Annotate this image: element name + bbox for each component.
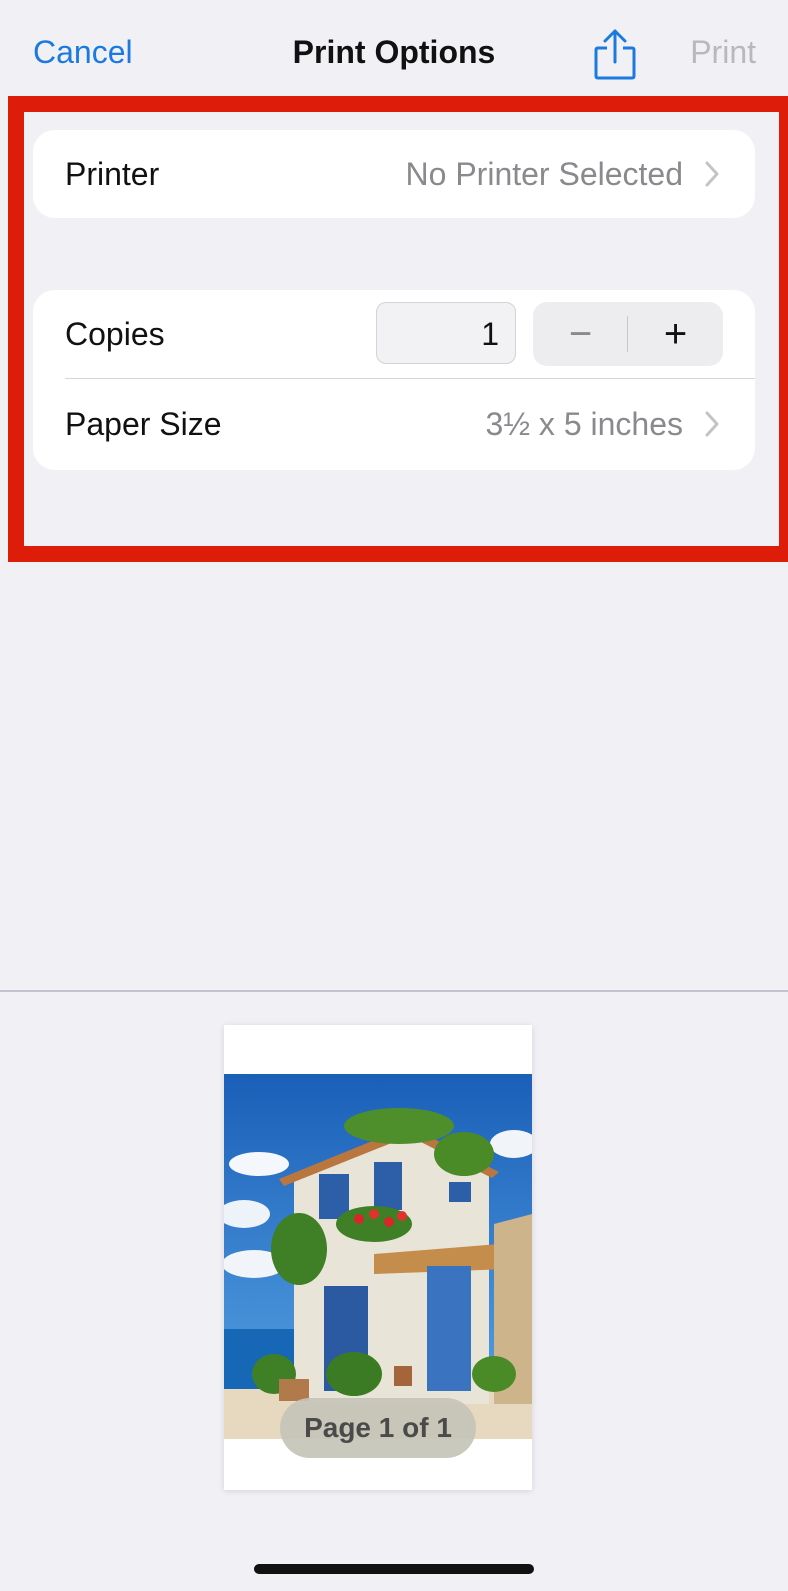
chevron-right-icon bbox=[705, 161, 719, 187]
printer-value: No Printer Selected bbox=[405, 156, 683, 192]
print-button[interactable]: Print bbox=[690, 34, 756, 71]
copies-input[interactable]: 1 bbox=[376, 302, 516, 364]
copies-stepper: − + bbox=[533, 302, 723, 366]
page-count-badge: Page 1 of 1 bbox=[280, 1398, 476, 1458]
paper-size-row[interactable]: Paper Size 3½ x 5 inches bbox=[33, 380, 755, 468]
printer-row[interactable]: Printer No Printer Selected bbox=[33, 130, 755, 218]
decrement-button[interactable]: − bbox=[533, 302, 628, 366]
navigation-bar: Cancel Print Options Print bbox=[0, 0, 788, 100]
preview-divider bbox=[0, 990, 788, 992]
home-indicator[interactable] bbox=[254, 1564, 534, 1574]
options-card: Copies 1 − + Paper Size 3½ x 5 inches bbox=[33, 290, 755, 470]
preview-image bbox=[224, 1074, 532, 1439]
paper-size-label: Paper Size bbox=[65, 406, 222, 442]
increment-button[interactable]: + bbox=[628, 302, 723, 366]
cancel-button[interactable]: Cancel bbox=[33, 34, 133, 71]
printer-card: Printer No Printer Selected bbox=[33, 130, 755, 218]
row-divider bbox=[65, 378, 755, 379]
copies-row: Copies 1 − + bbox=[33, 290, 755, 379]
share-button[interactable] bbox=[592, 28, 638, 82]
paper-size-value: 3½ x 5 inches bbox=[485, 406, 683, 442]
share-icon bbox=[594, 29, 636, 80]
printer-label: Printer bbox=[65, 156, 160, 192]
chevron-right-icon bbox=[705, 411, 719, 437]
copies-label: Copies bbox=[65, 316, 165, 352]
print-preview-page[interactable]: Page 1 of 1 bbox=[224, 1025, 532, 1490]
